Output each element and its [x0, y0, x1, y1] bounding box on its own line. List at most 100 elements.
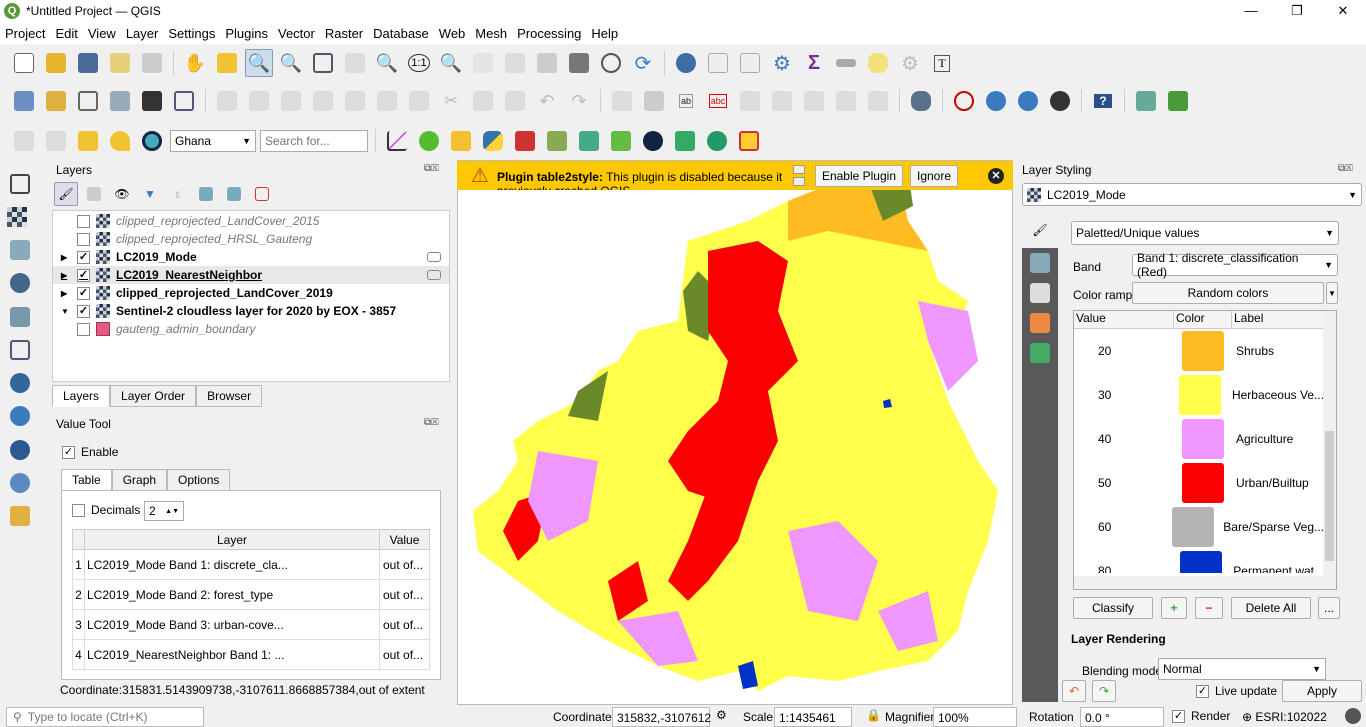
pan-to-selection-button[interactable] [213, 49, 241, 77]
geometry-checker-button[interactable] [950, 87, 978, 115]
change-label-button[interactable] [864, 87, 892, 115]
toggle-extents-icon[interactable]: ⚙ [716, 708, 727, 722]
column-header-layer[interactable]: Layer [84, 529, 380, 550]
message-scroll[interactable] [792, 165, 805, 186]
info-plugin-button[interactable] [703, 127, 731, 155]
layer-checkbox[interactable] [77, 322, 90, 336]
db-manager-button[interactable] [907, 87, 935, 115]
color-ramp-button[interactable]: Random colors [1132, 282, 1324, 304]
minimize-button[interactable]: — [1228, 0, 1274, 22]
render-checkbox[interactable]: ✓ Render [1172, 709, 1230, 723]
layer-checkbox[interactable]: ✓ [77, 304, 90, 318]
scrollbar-thumb[interactable] [1325, 431, 1334, 561]
new-project-button[interactable] [10, 49, 38, 77]
tab-browser[interactable]: Browser [196, 385, 263, 407]
menu-view[interactable]: View [83, 26, 121, 41]
add-delimited-button[interactable] [6, 303, 34, 330]
visibility-button[interactable]: 👁 [110, 182, 134, 206]
more-options-button[interactable]: ... [1318, 597, 1340, 619]
menu-layer[interactable]: Layer [121, 26, 164, 41]
enable-plugin-button[interactable]: Enable Plugin [814, 164, 903, 187]
indicator-icon[interactable] [427, 252, 441, 262]
plugin-tool-button[interactable] [1132, 87, 1160, 115]
locator-search[interactable]: ⚲ Type to locate (Ctrl+K) [6, 707, 204, 727]
attribute-table-button[interactable] [704, 49, 732, 77]
plugin-red-button[interactable] [511, 127, 539, 155]
magnifier-spinbox[interactable]: 100% [933, 707, 1017, 727]
data-source-manager-button[interactable] [10, 87, 38, 115]
class-row[interactable]: 60 Bare/Sparse Veg... [1074, 505, 1324, 549]
layer-item[interactable]: ▶ ✓ LC2019_NearestNeighbor [53, 266, 449, 284]
redo-button[interactable]: ↷ [565, 87, 593, 115]
color-ramp-dropdown[interactable]: ▼ [1326, 282, 1338, 304]
layer-select[interactable]: LC2019_Mode ▼ [1022, 183, 1362, 206]
georeferencer-button[interactable] [575, 127, 603, 155]
expand-arrow-icon[interactable]: ▶ [61, 271, 77, 280]
column-header-value[interactable]: Value [379, 529, 430, 550]
zoom-in-button[interactable]: 🔍 [245, 49, 273, 77]
class-color-swatch[interactable] [1174, 330, 1232, 372]
filter-button[interactable]: ▼ [138, 182, 162, 206]
layer-labeling-button[interactable]: ab [672, 87, 700, 115]
binoculars-button[interactable] [1046, 87, 1074, 115]
crs-button[interactable]: ⊕ ESRI:102022 [1242, 710, 1327, 724]
tab-rendering[interactable] [1022, 308, 1058, 338]
paste-button[interactable] [501, 87, 529, 115]
modify-attributes-button[interactable] [373, 87, 401, 115]
redo-style-button[interactable]: ↷ [1092, 680, 1116, 702]
label-toolbar-button[interactable] [608, 87, 636, 115]
add-wcs-button[interactable] [6, 469, 34, 496]
layer-item[interactable]: ▼ ✓ Sentinel-2 cloudless layer for 2020 by… [53, 302, 449, 320]
menu-web[interactable]: Web [434, 26, 471, 41]
locator-marker-button[interactable] [106, 127, 134, 155]
layer-item[interactable]: ▶ ✓ clipped_reprojected_LandCover_2019 [53, 284, 449, 302]
layer-item[interactable]: gauteng_admin_boundary [53, 320, 449, 338]
class-color-swatch[interactable] [1174, 462, 1232, 504]
bowtie-plugin-button[interactable] [671, 127, 699, 155]
table-row[interactable]: 1 LC2019_Mode Band 1: discrete_cla... out … [72, 549, 430, 580]
indicator-icon[interactable] [427, 270, 441, 280]
add-wfs-button[interactable] [6, 436, 34, 463]
collapse-all-button[interactable] [222, 182, 246, 206]
zoom-layer-button[interactable]: 🔍 [373, 49, 401, 77]
class-color-swatch[interactable] [1172, 550, 1229, 573]
layer-checkbox[interactable] [77, 214, 90, 228]
styling-scrollbar[interactable] [1352, 212, 1364, 677]
add-spatialite-button[interactable] [6, 270, 34, 297]
refresh-plugin-button[interactable] [1164, 87, 1192, 115]
refresh-button[interactable]: ⟳ [629, 49, 657, 77]
statistics-button[interactable]: Σ [800, 49, 828, 77]
text-annotation-button[interactable]: T [928, 49, 956, 77]
label-pin-button[interactable] [640, 87, 668, 115]
add-virtual-layer-button[interactable] [170, 87, 198, 115]
field-calculator-button[interactable] [736, 49, 764, 77]
menu-mesh[interactable]: Mesh [470, 26, 512, 41]
messages-icon[interactable] [1345, 708, 1361, 724]
layer-checkbox[interactable] [77, 232, 90, 246]
tab-table[interactable]: Table [61, 469, 112, 491]
renderer-select[interactable]: Paletted/Unique values ▼ [1071, 221, 1339, 245]
search-input[interactable] [260, 130, 368, 152]
zoom-out-button[interactable]: 🔍 [277, 49, 305, 77]
rotate-label-button[interactable] [832, 87, 860, 115]
apply-button[interactable]: Apply [1282, 680, 1362, 702]
add-class-button[interactable]: + [1161, 597, 1187, 619]
add-feature-button[interactable] [309, 87, 337, 115]
dock-float-close-icon[interactable]: ⧉☒ [424, 163, 439, 174]
save-edits-button[interactable] [277, 87, 305, 115]
toggle-editing-button[interactable] [245, 87, 273, 115]
tab-options[interactable]: Options [167, 469, 231, 491]
identify-button[interactable] [672, 49, 700, 77]
class-row[interactable]: 30 Herbaceous Ve... [1074, 373, 1324, 417]
python-console-button[interactable] [479, 127, 507, 155]
close-message-icon[interactable]: ✕ [988, 167, 1005, 184]
layer-checkbox[interactable]: ✓ [77, 286, 90, 300]
map-tips-button[interactable] [864, 49, 892, 77]
tab-layer-order[interactable]: Layer Order [110, 385, 197, 407]
menu-processing[interactable]: Processing [512, 26, 586, 41]
undo-button[interactable]: ↶ [533, 87, 561, 115]
expand-all-button[interactable] [194, 182, 218, 206]
new-layer-button[interactable] [42, 87, 70, 115]
layer-item[interactable]: clipped_reprojected_LandCover_2015 [53, 212, 449, 230]
add-wms-button[interactable] [6, 403, 34, 430]
